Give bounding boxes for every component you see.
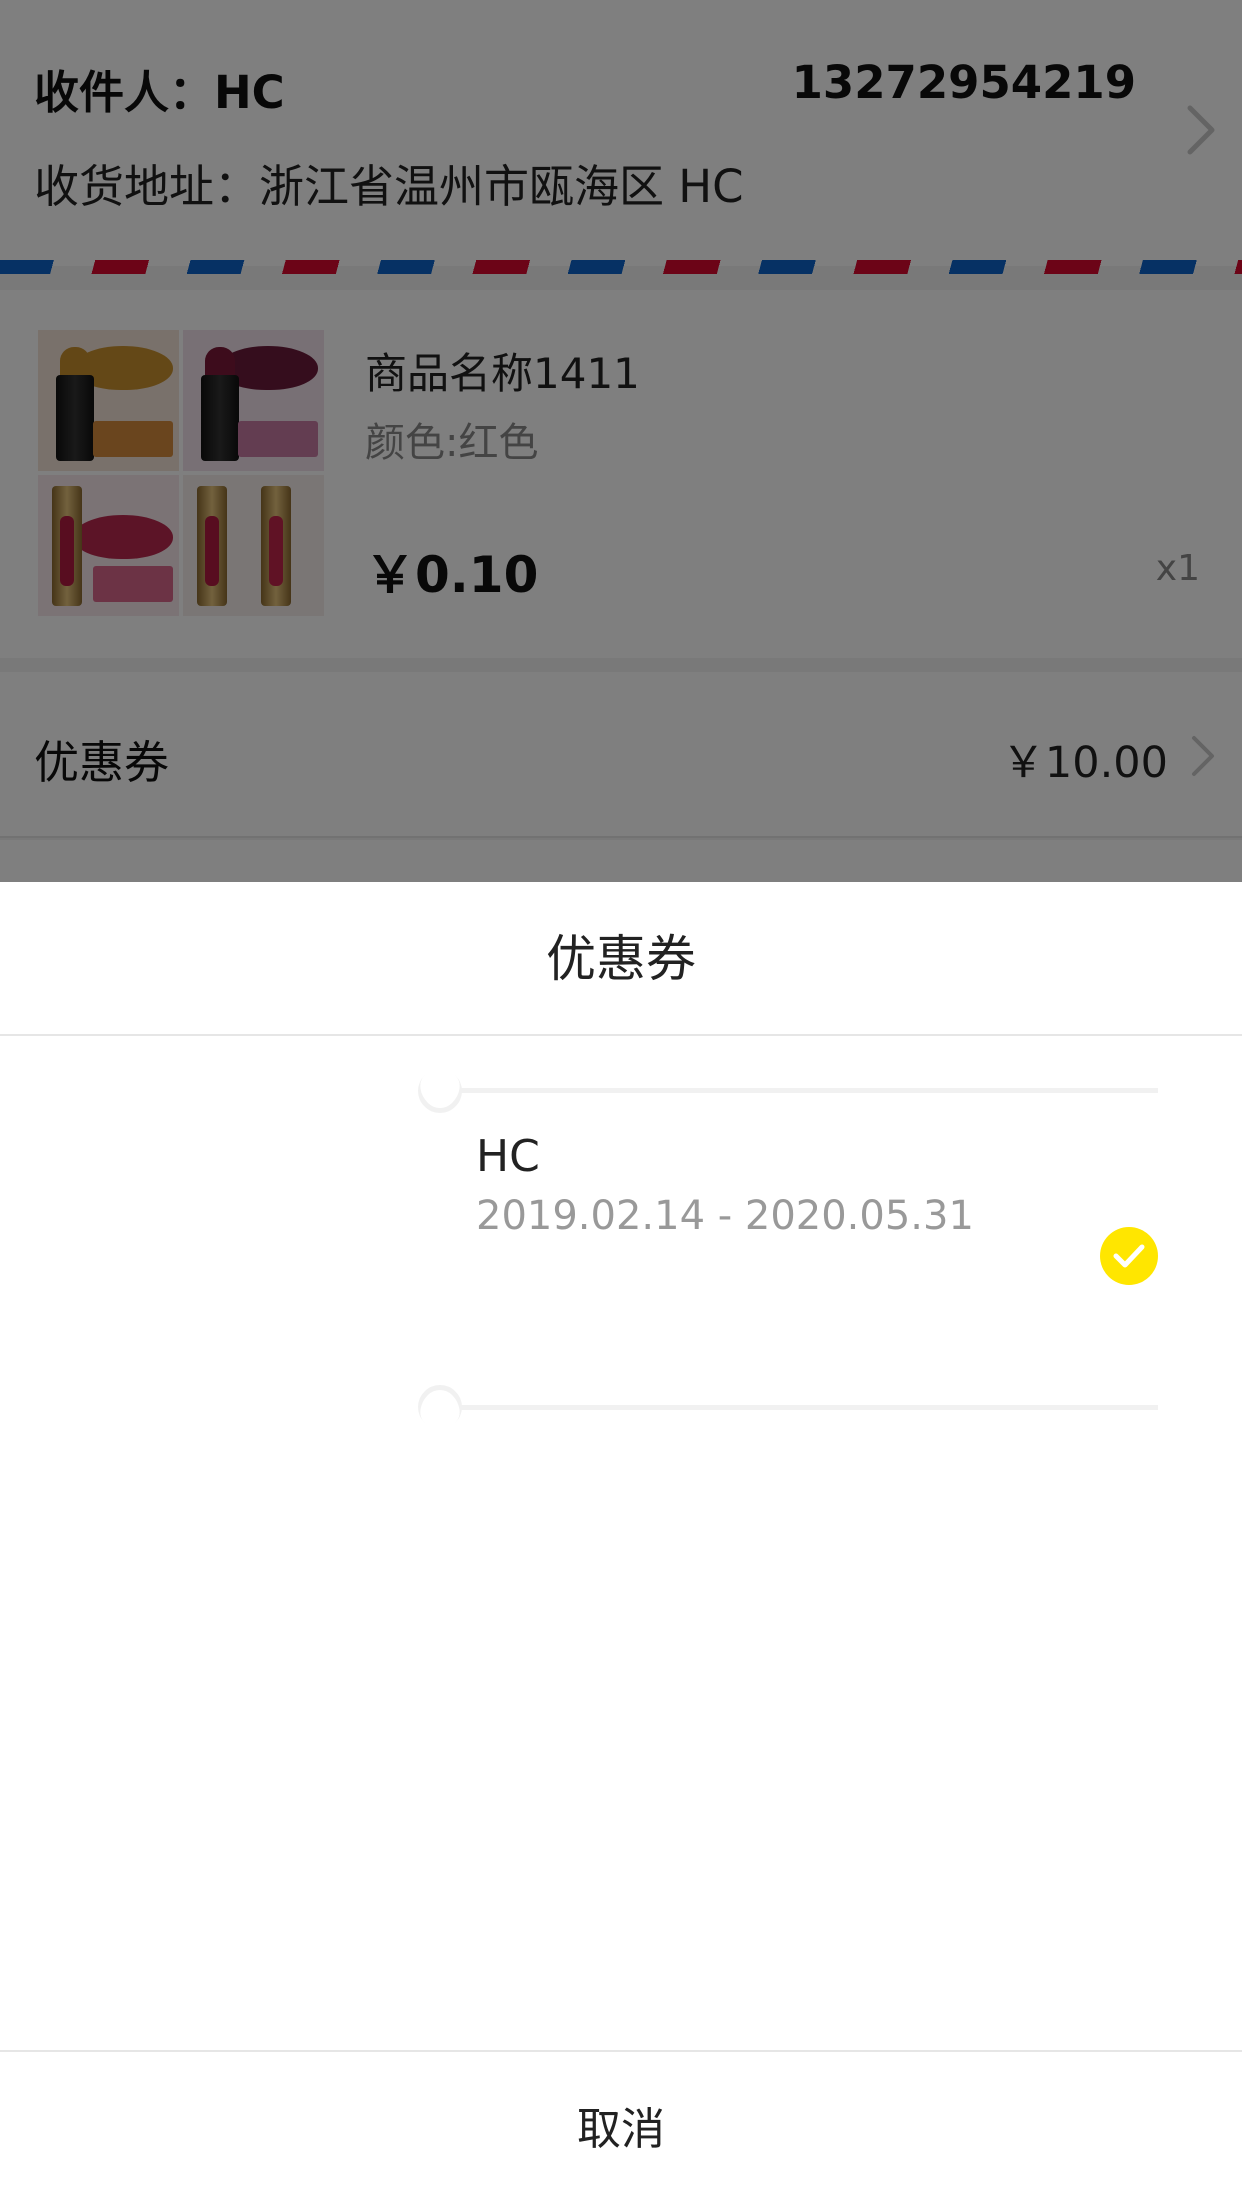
coupon-validity: 2019.02.14 - 2020.05.31 [476,1193,974,1239]
modal-overlay[interactable] [0,0,1242,882]
coupon-name: HC [476,1131,540,1182]
cancel-button[interactable]: 取消 [0,2050,1242,2208]
coupon-card[interactable]: HC 2019.02.14 - 2020.05.31 [408,1059,1158,1439]
ticket-notch [408,1375,472,1439]
check-circle-icon[interactable] [1100,1227,1158,1285]
coupon-sheet: 优惠券 HC 2019.02.14 - 2020.05.31 取消 [0,882,1242,2208]
sheet-title: 优惠券 [0,882,1242,1036]
ticket-notch [408,1059,472,1123]
